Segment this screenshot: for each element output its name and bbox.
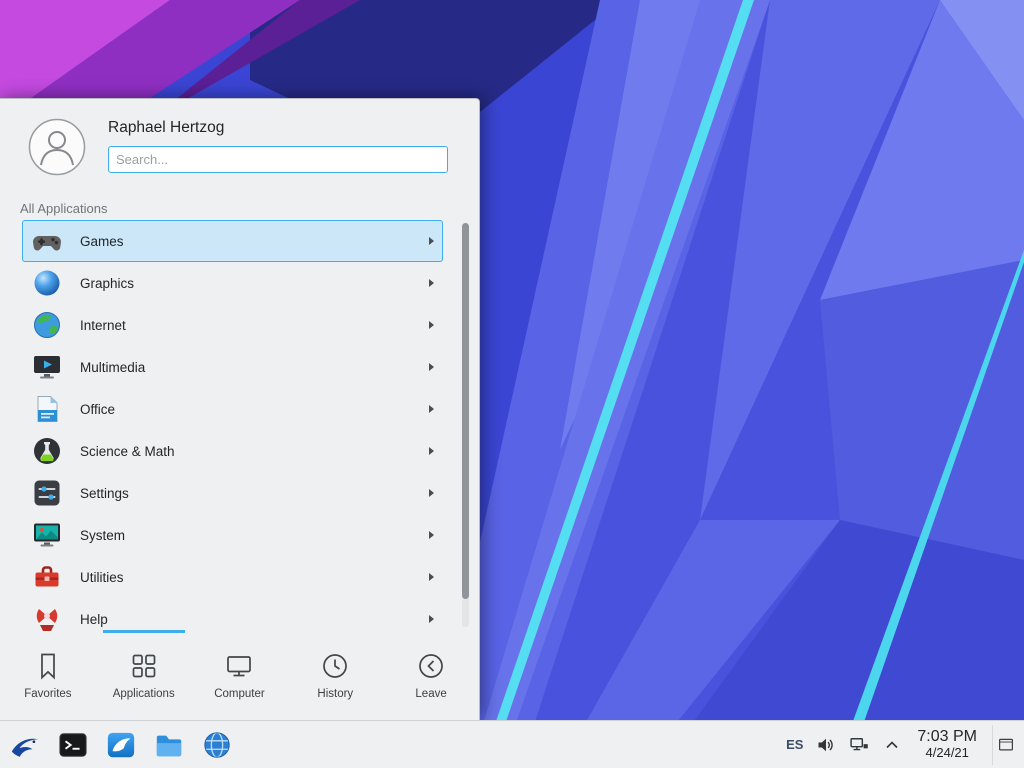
- tab-history[interactable]: History: [287, 630, 383, 720]
- scrollbar-track[interactable]: [462, 223, 469, 627]
- submenu-arrow-icon: [429, 531, 434, 539]
- dolphin-icon: [106, 730, 136, 760]
- system-monitor-icon: [31, 519, 63, 551]
- clock-time: 7:03 PM: [917, 728, 977, 746]
- category-system[interactable]: System: [22, 514, 443, 556]
- bookmark-icon: [33, 651, 63, 681]
- document-icon: [31, 393, 63, 425]
- folder-icon: [154, 730, 184, 760]
- desktop: Raphael Hertzog All Applications Games: [0, 0, 1024, 768]
- category-label: Settings: [80, 486, 129, 501]
- clock-date: 4/24/21: [917, 746, 977, 761]
- submenu-arrow-icon: [429, 405, 434, 413]
- toolbox-icon: [31, 561, 63, 593]
- digital-clock[interactable]: 7:03 PM 4/24/21: [915, 728, 979, 760]
- graphics-orb-icon: [31, 267, 63, 299]
- taskbar: ES 7:03 PM 4/24/21: [0, 720, 1024, 768]
- submenu-arrow-icon: [429, 321, 434, 329]
- submenu-arrow-icon: [429, 489, 434, 497]
- category-label: Science & Math: [80, 444, 175, 459]
- show-desktop-icon: [997, 736, 1015, 754]
- submenu-arrow-icon: [429, 615, 434, 623]
- clock-icon: [320, 651, 350, 681]
- konsole-launcher[interactable]: [56, 728, 90, 762]
- category-label: System: [80, 528, 125, 543]
- category-games[interactable]: Games: [22, 220, 443, 262]
- keyboard-layout-indicator[interactable]: ES: [786, 737, 803, 752]
- launcher-header: Raphael Hertzog: [0, 99, 479, 199]
- tab-applications[interactable]: Applications: [96, 630, 192, 720]
- settings-sliders-icon: [31, 477, 63, 509]
- submenu-arrow-icon: [429, 279, 434, 287]
- web-browser-launcher[interactable]: [200, 728, 234, 762]
- flask-icon: [31, 435, 63, 467]
- user-avatar-icon: [28, 118, 86, 176]
- multimedia-monitor-icon: [31, 351, 63, 383]
- search-input[interactable]: [108, 146, 448, 173]
- tab-computer[interactable]: Computer: [192, 630, 288, 720]
- submenu-arrow-icon: [429, 237, 434, 245]
- launcher-tab-bar: Favorites Applications: [0, 630, 479, 720]
- category-label: Internet: [80, 318, 126, 333]
- category-science-math[interactable]: Science & Math: [22, 430, 443, 472]
- submenu-arrow-icon: [429, 447, 434, 455]
- category-label: Help: [80, 612, 108, 627]
- scrollbar-thumb[interactable]: [462, 223, 469, 599]
- tab-label: Leave: [415, 688, 446, 700]
- leave-back-icon: [416, 651, 446, 681]
- category-label: Utilities: [80, 570, 124, 585]
- show-desktop-button[interactable]: [992, 725, 1018, 765]
- tab-favorites[interactable]: Favorites: [0, 630, 96, 720]
- taskbar-launchers: [0, 728, 234, 762]
- tab-label: Favorites: [24, 688, 71, 700]
- category-office[interactable]: Office: [22, 388, 443, 430]
- category-label: Games: [80, 234, 124, 249]
- expand-tray-icon[interactable]: [882, 735, 902, 755]
- gamepad-icon: [31, 225, 63, 257]
- application-launcher: Raphael Hertzog All Applications Games: [0, 98, 480, 720]
- category-label: Multimedia: [80, 360, 145, 375]
- category-utilities[interactable]: Utilities: [22, 556, 443, 598]
- category-graphics[interactable]: Graphics: [22, 262, 443, 304]
- user-name: Raphael Hertzog: [108, 119, 224, 137]
- submenu-arrow-icon: [429, 363, 434, 371]
- terminal-icon: [58, 730, 88, 760]
- monitor-icon: [224, 651, 254, 681]
- submenu-arrow-icon: [429, 573, 434, 581]
- application-launcher-button[interactable]: [8, 728, 42, 762]
- grid-icon: [129, 651, 159, 681]
- section-label: All Applications: [20, 201, 107, 216]
- category-label: Office: [80, 402, 115, 417]
- help-lifebuoy-icon: [31, 603, 63, 631]
- tab-label: Applications: [113, 688, 175, 700]
- kali-menu-icon: [10, 730, 40, 760]
- tab-label: History: [317, 688, 353, 700]
- browser-globe-icon: [202, 730, 232, 760]
- user-avatar[interactable]: [28, 118, 86, 176]
- tab-leave[interactable]: Leave: [383, 630, 479, 720]
- tab-label: Computer: [214, 688, 265, 700]
- volume-icon[interactable]: [816, 735, 836, 755]
- network-icon[interactable]: [849, 735, 869, 755]
- dolphin-launcher[interactable]: [104, 728, 138, 762]
- globe-icon: [31, 309, 63, 341]
- category-label: Graphics: [80, 276, 134, 291]
- category-help[interactable]: Help: [22, 598, 443, 631]
- category-settings[interactable]: Settings: [22, 472, 443, 514]
- file-manager-launcher[interactable]: [152, 728, 186, 762]
- category-list: Games Graphics: [0, 220, 479, 631]
- category-multimedia[interactable]: Multimedia: [22, 346, 443, 388]
- category-internet[interactable]: Internet: [22, 304, 443, 346]
- system-tray: ES 7:03 PM 4/24/21: [786, 725, 1024, 765]
